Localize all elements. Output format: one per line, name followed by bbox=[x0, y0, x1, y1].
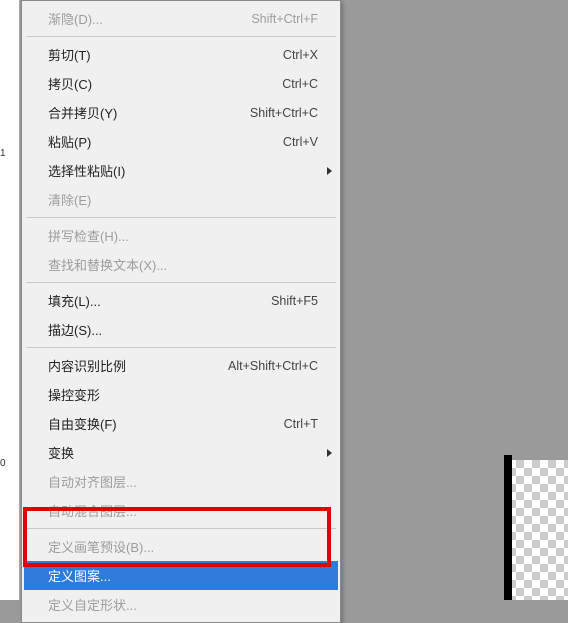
menu-shortcut: Shift+F5 bbox=[271, 294, 318, 308]
menu-item-puppet-warp[interactable]: 操控变形 bbox=[24, 380, 338, 409]
menu-label: 自动混合图层... bbox=[48, 501, 137, 520]
menu-label: 选择性粘贴(I) bbox=[48, 161, 125, 180]
ruler-tick: 0 bbox=[0, 458, 6, 469]
menu-item-spellcheck[interactable]: 拼写检查(H)... bbox=[24, 221, 338, 250]
menu-item-paste-special[interactable]: 选择性粘贴(I) bbox=[24, 156, 338, 185]
menu-item-cut[interactable]: 剪切(T) Ctrl+X bbox=[24, 40, 338, 69]
menu-shortcut: Shift+Ctrl+C bbox=[250, 106, 318, 120]
menu-shortcut: Ctrl+C bbox=[282, 77, 318, 91]
menu-item-clear[interactable]: 清除(E) bbox=[24, 185, 338, 214]
menu-item-find-replace[interactable]: 查找和替换文本(X)... bbox=[24, 250, 338, 279]
transparency-checker bbox=[508, 460, 568, 600]
menu-item-fade[interactable]: 渐隐(D)... Shift+Ctrl+F bbox=[24, 4, 338, 33]
menu-shortcut: Ctrl+X bbox=[283, 48, 318, 62]
menu-shortcut: Shift+Ctrl+F bbox=[251, 12, 318, 26]
menu-label: 拷贝(C) bbox=[48, 74, 92, 93]
menu-label: 剪切(T) bbox=[48, 45, 91, 64]
menu-label: 渐隐(D)... bbox=[48, 9, 103, 28]
menu-item-content-aware-scale[interactable]: 内容识别比例 Alt+Shift+Ctrl+C bbox=[24, 351, 338, 380]
menu-label: 填充(L)... bbox=[48, 291, 101, 310]
menu-item-copy-merged[interactable]: 合并拷贝(Y) Shift+Ctrl+C bbox=[24, 98, 338, 127]
menu-item-auto-align[interactable]: 自动对齐图层... bbox=[24, 467, 338, 496]
vertical-ruler: 1 0 bbox=[0, 0, 20, 600]
menu-item-define-brush[interactable]: 定义画笔预设(B)... bbox=[24, 532, 338, 561]
menu-label: 操控变形 bbox=[48, 385, 100, 404]
menu-item-auto-blend[interactable]: 自动混合图层... bbox=[24, 496, 338, 525]
ruler-tick: 1 bbox=[0, 148, 6, 159]
menu-label: 定义图案... bbox=[48, 566, 111, 585]
menu-item-define-shape[interactable]: 定义自定形状... bbox=[24, 590, 338, 619]
menu-shortcut: Ctrl+V bbox=[283, 135, 318, 149]
menu-item-stroke[interactable]: 描边(S)... bbox=[24, 315, 338, 344]
menu-label: 变换 bbox=[48, 443, 74, 462]
menu-label: 自动对齐图层... bbox=[48, 472, 137, 491]
edit-menu: 渐隐(D)... Shift+Ctrl+F 剪切(T) Ctrl+X 拷贝(C)… bbox=[21, 0, 341, 623]
menu-item-copy[interactable]: 拷贝(C) Ctrl+C bbox=[24, 69, 338, 98]
menu-label: 清除(E) bbox=[48, 190, 91, 209]
menu-separator bbox=[26, 36, 336, 37]
menu-item-define-pattern[interactable]: 定义图案... bbox=[24, 561, 338, 590]
menu-separator bbox=[26, 282, 336, 283]
menu-separator bbox=[26, 217, 336, 218]
menu-label: 描边(S)... bbox=[48, 320, 102, 339]
chevron-right-icon bbox=[327, 167, 332, 175]
menu-item-paste[interactable]: 粘贴(P) Ctrl+V bbox=[24, 127, 338, 156]
canvas-edge bbox=[504, 455, 512, 600]
menu-item-transform[interactable]: 变换 bbox=[24, 438, 338, 467]
menu-label: 粘贴(P) bbox=[48, 132, 91, 151]
menu-label: 查找和替换文本(X)... bbox=[48, 255, 167, 274]
menu-shortcut: Alt+Shift+Ctrl+C bbox=[228, 359, 318, 373]
menu-label: 合并拷贝(Y) bbox=[48, 103, 117, 122]
menu-shortcut: Ctrl+T bbox=[284, 417, 318, 431]
menu-label: 自由变换(F) bbox=[48, 414, 117, 433]
menu-item-free-transform[interactable]: 自由变换(F) Ctrl+T bbox=[24, 409, 338, 438]
menu-separator bbox=[26, 347, 336, 348]
menu-label: 拼写检查(H)... bbox=[48, 226, 129, 245]
menu-label: 内容识别比例 bbox=[48, 356, 126, 375]
chevron-right-icon bbox=[327, 449, 332, 457]
menu-label: 定义画笔预设(B)... bbox=[48, 537, 154, 556]
menu-item-fill[interactable]: 填充(L)... Shift+F5 bbox=[24, 286, 338, 315]
menu-label: 定义自定形状... bbox=[48, 595, 137, 614]
menu-separator bbox=[26, 528, 336, 529]
